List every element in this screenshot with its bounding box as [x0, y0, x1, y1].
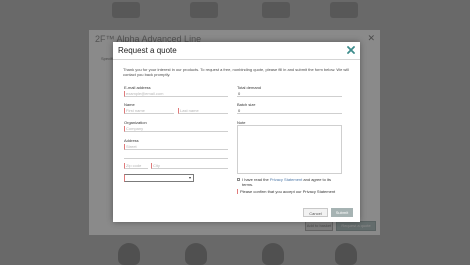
privacy-error-message: Please confirm that you accept our Priva… [237, 189, 350, 194]
address-label: Address [124, 138, 139, 143]
chevron-down-icon: ▾ [188, 175, 191, 180]
note-textarea[interactable] [237, 125, 342, 174]
total-demand-label: Total demand [237, 85, 262, 90]
privacy-error-text: Please confirm that you accept our Priva… [240, 189, 336, 194]
first-name-field[interactable] [124, 108, 174, 114]
batch-size-label: Batch size [237, 102, 256, 107]
email-label: E-mail address [124, 85, 151, 90]
total-demand-field[interactable] [237, 91, 342, 97]
organization-label: Organization [124, 120, 147, 125]
email-field[interactable] [124, 91, 228, 97]
street2-field[interactable] [124, 153, 228, 159]
intro-text: Thank you for your interest in our produ… [123, 67, 349, 77]
last-name-field[interactable] [178, 108, 228, 114]
street-field[interactable] [124, 144, 228, 150]
city-field[interactable] [151, 163, 228, 169]
cancel-button[interactable]: Cancel [303, 208, 328, 217]
title-divider [113, 59, 360, 60]
close-icon[interactable] [347, 46, 355, 54]
country-select[interactable]: ▾ [124, 174, 194, 182]
request-quote-dialog: Request a quote Thank you for your inter… [113, 42, 360, 222]
privacy-consent-text: I have read the Privacy Statement and ag… [242, 177, 342, 187]
name-label: Name [124, 102, 135, 107]
submit-button[interactable]: Submit [331, 208, 353, 217]
zip-code-field[interactable] [124, 163, 148, 169]
privacy-statement-link[interactable]: Privacy Statement [270, 177, 302, 182]
privacy-checkbox[interactable] [237, 178, 240, 181]
organization-field[interactable] [124, 126, 228, 132]
dialog-title: Request a quote [118, 46, 177, 55]
batch-size-field[interactable] [237, 108, 342, 114]
